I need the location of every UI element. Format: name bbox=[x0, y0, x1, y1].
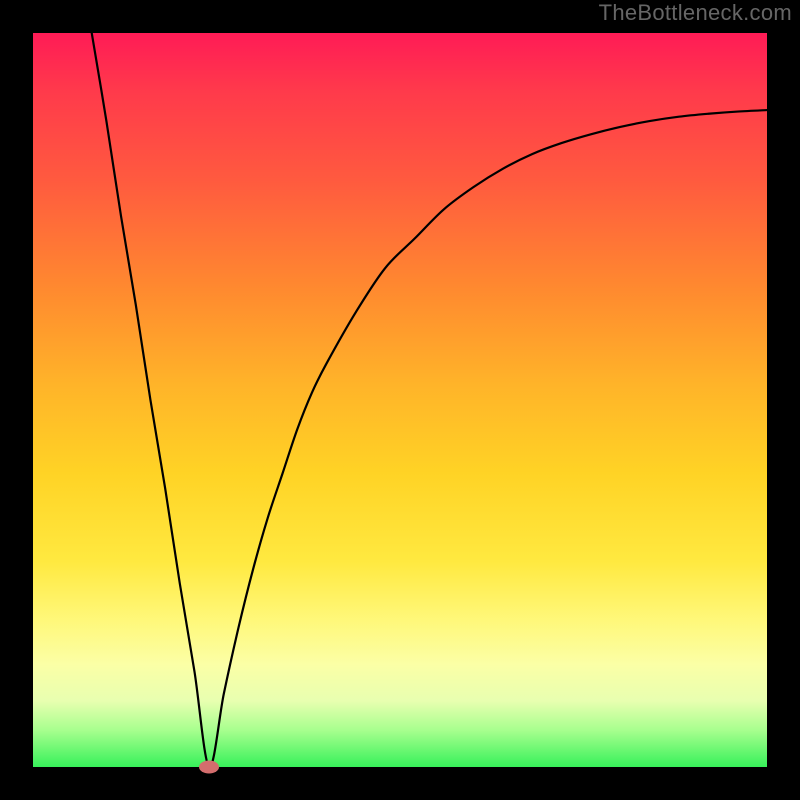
plot-area bbox=[33, 33, 767, 767]
minimum-marker-icon bbox=[199, 761, 219, 774]
watermark-text: TheBottleneck.com bbox=[599, 0, 792, 26]
chart-frame: TheBottleneck.com bbox=[0, 0, 800, 800]
bottleneck-curve bbox=[33, 33, 767, 767]
